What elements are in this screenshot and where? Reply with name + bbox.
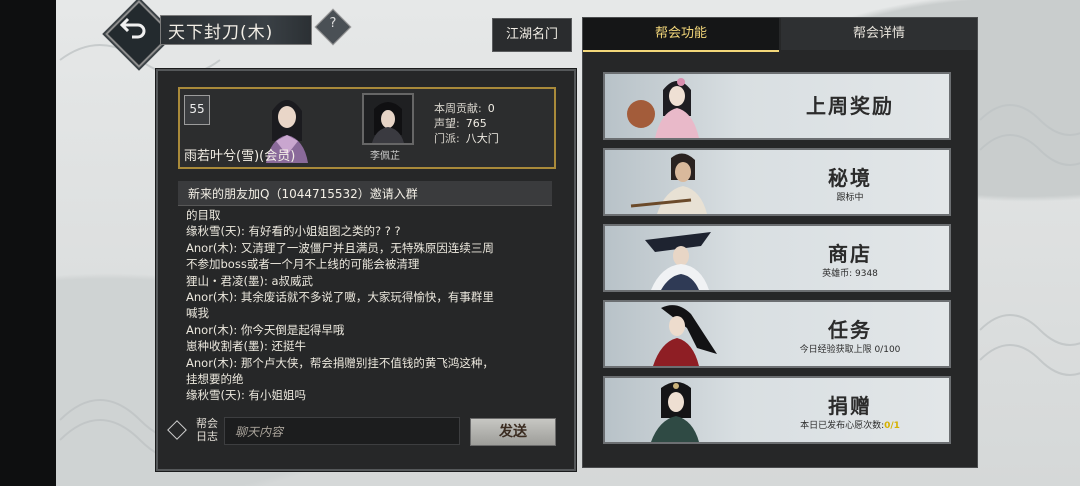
chat-line: 的目取 bbox=[186, 208, 221, 222]
chat-line: 挂想要的绝 bbox=[186, 372, 244, 387]
left-edge bbox=[0, 0, 56, 486]
partner-portrait[interactable] bbox=[362, 93, 414, 145]
back-arrow-icon bbox=[119, 15, 150, 41]
card-title: 商店 bbox=[828, 242, 872, 266]
reward-figure bbox=[627, 78, 699, 138]
member-name: 雨若叶兮(雪)(会员) bbox=[184, 149, 296, 164]
card-title: 秘境 bbox=[828, 166, 872, 190]
guild-announcement: 新来的朋友加Q（1044715532）邀请入群 bbox=[178, 181, 552, 206]
card-subtitle: 跟标中 bbox=[836, 193, 864, 203]
secret-realm-card[interactable]: 秘境 跟标中 bbox=[603, 148, 951, 216]
chat-line: 不参加boss或者一个月不上线的可能会被清理 bbox=[186, 257, 420, 272]
quest-card[interactable]: 任务 今日经验获取上限 0/100 bbox=[603, 300, 951, 368]
guild-title: 天下封刀(木) bbox=[168, 23, 274, 43]
help-icon: ? bbox=[329, 16, 337, 31]
chat-line: Anor(木): 其余废话就不多说了嗷，大家玩得愉快，有事群里 bbox=[186, 290, 494, 305]
guild-log-icon[interactable] bbox=[167, 420, 187, 440]
card-subtitle: 英雄币: 9348 bbox=[822, 269, 878, 279]
member-card[interactable]: 55 雨若叶兮(雪)(会员) 李佩芷 本周贡献: 0 声望: 765 门派: 八大门 bbox=[178, 87, 556, 169]
shop-card[interactable]: 商店 英雄币: 9348 bbox=[603, 224, 951, 292]
tab-guild-functions[interactable]: 帮会功能 bbox=[583, 18, 779, 52]
donate-figure bbox=[651, 382, 699, 442]
chat-line: 喊我 bbox=[186, 306, 209, 321]
chat-line: 缘秋雪(天): 有小姐姐吗 bbox=[186, 388, 307, 403]
shop-figure bbox=[645, 232, 711, 290]
last-week-reward-card[interactable]: 上周奖励 bbox=[603, 72, 951, 140]
tab-guild-details[interactable]: 帮会详情 bbox=[781, 18, 977, 50]
card-title: 上周奖励 bbox=[806, 94, 894, 118]
chat-log[interactable]: 的目取 缘秋雪(天): 有好看的小姐姐图之类的? ? ? Anor(木): 又清… bbox=[186, 207, 546, 404]
chat-line: 狸山・君凌(墨): a叔威武 bbox=[186, 273, 314, 288]
chat-input[interactable]: 聊天内容 bbox=[224, 417, 460, 445]
chat-line: Anor(木): 又清理了一波僵尸并且满员，无特殊原因连续三周 bbox=[186, 240, 494, 255]
realm-figure bbox=[630, 153, 707, 214]
chat-input-row: 帮会 日志 聊天内容 发送 bbox=[167, 417, 558, 446]
chat-line: Anor(木): 那个卢大侠，帮会捐赠别挂不值钱的黄飞鸿这种， bbox=[186, 355, 494, 370]
guild-chat-panel: 55 雨若叶兮(雪)(会员) 李佩芷 本周贡献: 0 声望: 765 门派: 八大门 … bbox=[156, 69, 576, 471]
chat-line: Anor(木): 你今天倒是起得早哦 bbox=[186, 322, 345, 337]
guild-log-button[interactable]: 帮会 日志 bbox=[194, 417, 220, 443]
announcement-text: 新来的朋友加Q（1044715532）邀请入群 bbox=[188, 187, 418, 201]
card-title: 任务 bbox=[828, 318, 872, 342]
quest-figure bbox=[653, 305, 717, 366]
member-stats: 本周贡献: 0 声望: 765 门派: 八大门 bbox=[434, 102, 499, 145]
jianghu-button[interactable]: 江湖名门 bbox=[492, 18, 572, 52]
send-button[interactable]: 发送 bbox=[470, 418, 556, 446]
level-badge: 55 bbox=[184, 95, 210, 125]
card-subtitle: 今日经验获取上限 0/100 bbox=[799, 345, 901, 355]
card-subtitle: 本日已发布心愿次数:0/1 bbox=[800, 421, 900, 431]
partner-name: 李佩芷 bbox=[370, 151, 400, 162]
chat-line: 崽种收割者(墨): 还挺牛 bbox=[186, 339, 307, 354]
chat-line: 缘秋雪(天): 有好看的小姐姐图之类的? ? ? bbox=[186, 224, 401, 239]
donate-card[interactable]: 捐赠 本日已发布心愿次数:0/1 bbox=[603, 376, 951, 444]
wish-count: 0/1 bbox=[884, 421, 900, 431]
guild-functions-panel: 帮会功能 帮会详情 上周奖励 秘境 跟标中 商店 英雄币: 9348 任务 今日… bbox=[582, 17, 978, 468]
card-title: 捐赠 bbox=[828, 394, 872, 418]
